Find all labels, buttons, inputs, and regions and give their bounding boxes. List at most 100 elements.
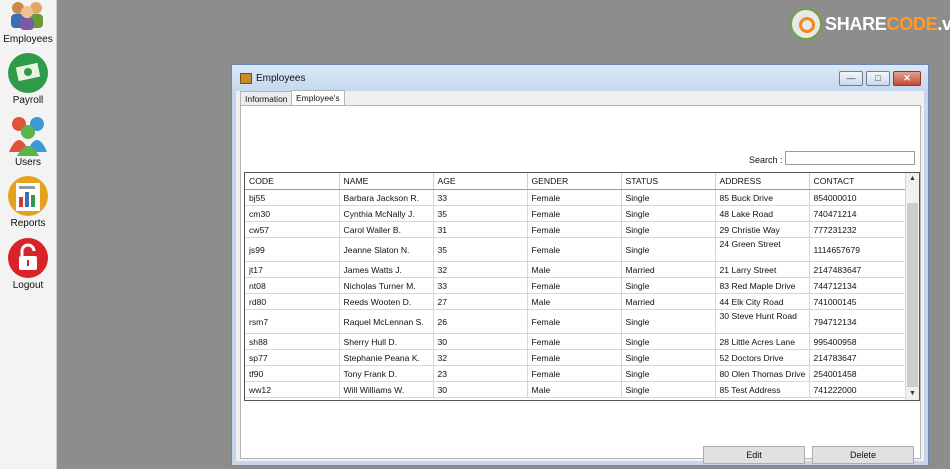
table-cell[interactable]: sp77 [245, 349, 340, 366]
table-cell[interactable]: 854000010 [809, 189, 906, 206]
table-cell[interactable]: Single [621, 189, 716, 206]
table-cell[interactable]: Nicholas Turner M. [339, 277, 434, 294]
table-cell[interactable]: Reeds Wooten D. [339, 293, 434, 310]
table-cell[interactable]: 30 [433, 381, 528, 398]
table-cell[interactable]: Single [621, 349, 716, 366]
table-cell[interactable]: Barbara Jackson R. [339, 189, 434, 206]
table-cell[interactable]: Female [527, 309, 622, 334]
table-cell[interactable]: 794712134 [809, 309, 906, 334]
column-header[interactable]: AGE [433, 173, 528, 190]
table-cell[interactable]: 29 Christie Way [715, 221, 810, 238]
table-cell[interactable]: 741000145 [809, 293, 906, 310]
table-cell[interactable]: 21 Larry Street [715, 261, 810, 278]
table-cell[interactable]: 23 [433, 365, 528, 382]
table-cell[interactable]: 85 Buck Drive [715, 189, 810, 206]
minimize-button[interactable]: — [839, 71, 863, 86]
table-cell[interactable]: bj55 [245, 189, 340, 206]
table-cell[interactable]: js99 [245, 237, 340, 262]
table-row[interactable]: js99 Jeanne Slaton N. 35 Female Single 24 Gre… [245, 237, 906, 262]
table-cell[interactable]: 777231232 [809, 221, 906, 238]
employee-grid[interactable]: CODE NAME AGE GENDER STATUS ADDRESS CONTACT bj… [244, 172, 920, 401]
table-cell[interactable]: Female [527, 333, 622, 350]
table-cell[interactable]: Single [621, 309, 716, 334]
table-cell[interactable]: Sherry Hull D. [339, 333, 434, 350]
nav-users[interactable]: Users [0, 114, 56, 168]
column-header[interactable]: NAME [339, 173, 434, 190]
table-cell[interactable]: 30 [433, 333, 528, 350]
search-input[interactable] [785, 151, 915, 165]
table-cell[interactable]: Female [527, 205, 622, 222]
table-cell[interactable]: cw57 [245, 221, 340, 238]
table-cell[interactable]: Jeanne Slaton N. [339, 237, 434, 262]
tab-employees-list[interactable]: Employee's List [291, 90, 345, 117]
table-cell[interactable]: 83 Red Maple Drive [715, 277, 810, 294]
table-cell[interactable]: 44 Elk City Road [715, 293, 810, 310]
table-cell[interactable]: Single [621, 381, 716, 398]
table-cell[interactable]: 30 Steve Hunt Road [715, 309, 810, 334]
table-cell[interactable]: 744712134 [809, 277, 906, 294]
table-cell[interactable]: Female [527, 365, 622, 382]
table-cell[interactable]: Tony Frank D. [339, 365, 434, 382]
table-cell[interactable]: Single [621, 333, 716, 350]
table-cell[interactable]: Single [621, 365, 716, 382]
table-cell[interactable]: 32 [433, 349, 528, 366]
table-cell[interactable]: 48 Lake Road [715, 205, 810, 222]
table-cell[interactable]: Single [621, 221, 716, 238]
table-cell[interactable]: James Watts J. [339, 261, 434, 278]
table-row[interactable]: cw57 Carol Waller B. 31 Female Single 29 Chri… [245, 221, 906, 238]
table-cell[interactable]: 32 [433, 261, 528, 278]
nav-logout[interactable]: Logout [0, 237, 56, 291]
table-cell[interactable]: Raquel McLennan S. [339, 309, 434, 334]
table-cell[interactable]: Stephanie Peana K. [339, 349, 434, 366]
table-cell[interactable]: Female [527, 237, 622, 262]
table-row[interactable]: bj55 Barbara Jackson R. 33 Female Single 85 B… [245, 189, 906, 206]
table-cell[interactable]: ww12 [245, 381, 340, 398]
scroll-up-icon[interactable]: ▲ [906, 173, 919, 185]
close-button[interactable]: ✕ [893, 71, 921, 86]
table-cell[interactable]: Male [527, 381, 622, 398]
table-cell[interactable]: 2147483647 [809, 261, 906, 278]
nav-reports[interactable]: Reports [0, 175, 56, 229]
table-cell[interactable]: sh88 [245, 333, 340, 350]
table-row[interactable]: sh88 Sherry Hull D. 30 Female Single 28 Littl… [245, 333, 906, 350]
table-row[interactable]: ww12 Will Williams W. 30 Male Single 85 Test … [245, 381, 906, 398]
table-cell[interactable]: Male [527, 293, 622, 310]
scrollbar-thumb[interactable] [907, 203, 918, 387]
table-cell[interactable]: Single [621, 237, 716, 262]
table-cell[interactable]: nt08 [245, 277, 340, 294]
table-cell[interactable]: 33 [433, 277, 528, 294]
table-row[interactable]: nt08 Nicholas Turner M. 33 Female Single 83 R… [245, 277, 906, 294]
tab-information[interactable]: Information [240, 91, 293, 106]
table-cell[interactable]: 995400958 [809, 333, 906, 350]
column-header[interactable]: ADDRESS [715, 173, 810, 190]
table-row[interactable]: cm30 Cynthia McNally J. 35 Female Single 48 L… [245, 205, 906, 222]
table-cell[interactable]: 740471214 [809, 205, 906, 222]
table-cell[interactable]: Female [527, 189, 622, 206]
table-row[interactable]: rsm7 Raquel McLennan S. 26 Female Single 30 S… [245, 309, 906, 334]
column-header[interactable]: CODE [245, 173, 340, 190]
table-cell[interactable]: Female [527, 277, 622, 294]
table-cell[interactable]: rsm7 [245, 309, 340, 334]
table-cell[interactable]: 214783647 [809, 349, 906, 366]
column-header[interactable]: STATUS [621, 173, 716, 190]
table-cell[interactable]: jt17 [245, 261, 340, 278]
table-cell[interactable]: Single [621, 205, 716, 222]
nav-employees[interactable]: Employees [0, 0, 56, 45]
table-cell[interactable]: Male [527, 261, 622, 278]
table-cell[interactable]: 254001458 [809, 365, 906, 382]
table-cell[interactable]: Married [621, 293, 716, 310]
edit-button[interactable]: Edit [703, 446, 805, 464]
table-cell[interactable]: Cynthia McNally J. [339, 205, 434, 222]
table-cell[interactable]: Female [527, 349, 622, 366]
table-cell[interactable]: Single [621, 277, 716, 294]
table-cell[interactable]: 741222000 [809, 381, 906, 398]
scroll-down-icon[interactable]: ▼ [906, 388, 919, 400]
window-titlebar[interactable]: Employees — □ ✕ [232, 65, 928, 91]
nav-payroll[interactable]: Payroll [0, 52, 56, 106]
table-cell[interactable]: cm30 [245, 205, 340, 222]
table-cell[interactable]: 27 [433, 293, 528, 310]
table-cell[interactable]: 85 Test Address [715, 381, 810, 398]
table-row[interactable]: jt17 James Watts J. 32 Male Married 21 Larry … [245, 261, 906, 278]
table-cell[interactable]: 33 [433, 189, 528, 206]
column-header[interactable]: GENDER [527, 173, 622, 190]
